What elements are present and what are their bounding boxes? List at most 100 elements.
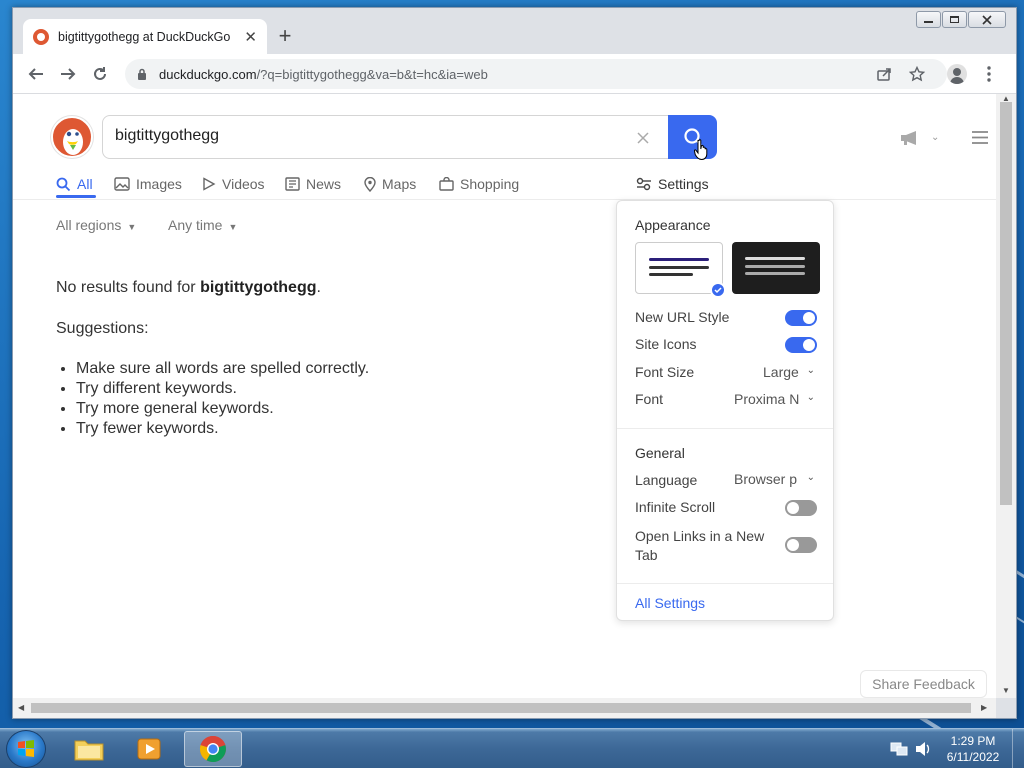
open-links-label: Open Links in a New Tab (635, 528, 765, 563)
no-results-query: bigtittygothegg (200, 279, 317, 296)
clear-search-button[interactable] (631, 126, 655, 150)
volume-icon[interactable] (914, 741, 932, 757)
duckduckgo-logo[interactable] (51, 116, 93, 158)
settings-sliders-icon (636, 177, 651, 191)
scroll-right-arrow-icon[interactable]: ▶ (981, 703, 987, 712)
tab-all[interactable]: All (56, 170, 93, 198)
time-filter-label: Any time (168, 217, 223, 233)
hamburger-menu-icon[interactable] (972, 131, 988, 144)
tab-shopping[interactable]: Shopping (439, 170, 519, 198)
site-icons-label: Site Icons (635, 336, 697, 352)
chevron-down-icon[interactable]: ⌄ (807, 365, 815, 376)
new-tab-button[interactable]: + (273, 24, 297, 48)
no-results-prefix: No results found for (56, 279, 201, 296)
horizontal-scrollbar[interactable]: ◀ ▶ (13, 698, 996, 718)
minimize-button[interactable] (916, 11, 941, 28)
back-button[interactable] (23, 61, 49, 87)
all-settings-link[interactable]: All Settings (635, 595, 705, 611)
tab-close-icon[interactable]: ✕ (244, 28, 257, 46)
taskbar-clock[interactable]: 1:29 PM 6/11/2022 (940, 733, 1006, 765)
section-divider (617, 583, 833, 584)
restore-icon (950, 16, 959, 23)
browser-tab[interactable]: bigtittygothegg at DuckDuckGo ✕ (23, 19, 267, 54)
time-filter[interactable]: Any time ▼ (168, 217, 237, 233)
address-bar[interactable]: duckduckgo.com/?q=bigtittygothegg&va=b&t… (125, 59, 947, 89)
vertical-scroll-thumb[interactable] (1000, 102, 1012, 505)
tab-videos-label: Videos (222, 176, 265, 192)
show-desktop-button[interactable] (1012, 729, 1024, 768)
url-host: duckduckgo.com (159, 66, 257, 82)
shopping-bag-icon (439, 177, 454, 191)
new-url-style-label: New URL Style (635, 309, 730, 325)
profile-avatar-icon (947, 64, 967, 84)
tab-images-label: Images (136, 176, 182, 192)
clock-date: 6/11/2022 (946, 750, 1000, 764)
dark-theme-option[interactable] (732, 242, 820, 294)
dropdown-caret-icon: ▼ (228, 222, 238, 232)
no-results-message: No results found for bigtittygothegg. (56, 279, 321, 297)
scroll-left-arrow-icon[interactable]: ◀ (18, 703, 24, 712)
media-player-taskbar-button[interactable] (122, 731, 180, 767)
chevron-down-icon[interactable]: ⌄ (807, 392, 815, 403)
settings-popover: Appearance New URL Style Site Icons Font… (616, 200, 834, 621)
back-arrow-icon (28, 68, 43, 80)
font-select[interactable]: Proxima N (734, 391, 800, 407)
region-filter[interactable]: All regions ▼ (56, 217, 136, 233)
close-window-button[interactable] (968, 11, 1006, 28)
scroll-down-arrow-icon[interactable]: ▼ (1002, 686, 1010, 695)
network-icon[interactable] (890, 741, 908, 757)
vertical-scrollbar[interactable]: ▲ ▼ (996, 94, 1016, 698)
clock-time: 1:29 PM (950, 734, 996, 748)
search-input[interactable] (115, 127, 615, 145)
forward-button[interactable] (55, 61, 81, 87)
settings-tab[interactable]: Settings (636, 170, 709, 198)
megaphone-icon[interactable] (899, 130, 925, 146)
tab-images[interactable]: Images (114, 170, 182, 198)
language-select[interactable]: Browser p (734, 471, 800, 487)
megaphone-dropdown-icon[interactable]: ⌄ (931, 132, 939, 143)
share-feedback-button[interactable]: Share Feedback (860, 670, 987, 698)
explorer-taskbar-button[interactable] (60, 731, 118, 767)
new-url-style-toggle[interactable] (785, 310, 817, 326)
tab-videos[interactable]: Videos (202, 170, 265, 198)
chrome-icon (199, 735, 226, 763)
font-size-label: Font Size (635, 364, 695, 380)
browser-menu-button[interactable] (976, 61, 1002, 87)
browser-toolbar: duckduckgo.com/?q=bigtittygothegg&va=b&t… (13, 54, 1016, 94)
page-content: ⌄ All Images Videos News Maps (13, 94, 996, 698)
profile-button[interactable] (944, 61, 970, 87)
selected-check-icon (710, 282, 726, 298)
tab-maps[interactable]: Maps (364, 170, 416, 198)
site-icons-toggle[interactable] (785, 337, 817, 353)
font-label: Font (635, 391, 664, 407)
maximize-button[interactable] (942, 11, 967, 28)
tab-news-label: News (306, 176, 342, 192)
infinite-scroll-toggle[interactable] (785, 500, 817, 516)
font-size-select[interactable]: Large (763, 364, 799, 380)
duck-logo-icon (63, 129, 83, 155)
tab-maps-label: Maps (382, 176, 417, 192)
bookmark-star-icon[interactable] (909, 66, 925, 82)
tab-all-label: All (77, 176, 93, 192)
list-item: Try fewer keywords. (76, 419, 369, 439)
kebab-menu-icon (987, 66, 991, 82)
open-links-new-tab-toggle[interactable] (785, 537, 817, 553)
image-icon (114, 177, 130, 191)
tab-title: bigtittygothegg at DuckDuckGo (58, 29, 231, 44)
chevron-down-icon[interactable]: ⌄ (807, 472, 815, 483)
start-button[interactable] (6, 730, 46, 768)
search-icon (56, 177, 71, 191)
tab-news[interactable]: News (285, 170, 341, 198)
light-theme-option[interactable] (635, 242, 726, 298)
clear-x-icon (637, 132, 649, 144)
tab-shopping-label: Shopping (460, 176, 520, 192)
chrome-taskbar-button[interactable] (184, 731, 242, 767)
no-results-suffix: . (316, 279, 321, 296)
section-divider (617, 428, 833, 429)
lock-icon (138, 68, 146, 80)
reload-button[interactable] (87, 61, 113, 87)
region-filter-label: All regions (56, 217, 122, 233)
search-submit-button[interactable] (668, 115, 717, 161)
share-icon[interactable] (877, 67, 892, 81)
horizontal-scroll-thumb[interactable] (31, 703, 971, 713)
